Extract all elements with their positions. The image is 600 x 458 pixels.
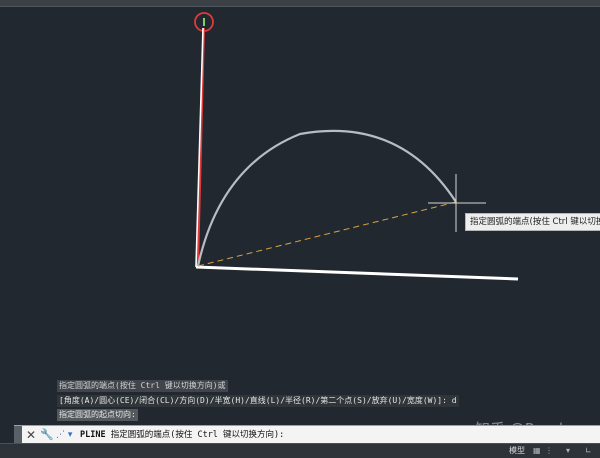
close-icon[interactable]: ✕ <box>24 427 38 443</box>
command-name: PLINE <box>80 430 106 440</box>
command-input[interactable]: PLINE 指定圆弧的端点(按住 Ctrl 键以切换方向): <box>80 426 284 444</box>
snap-mode-icon[interactable]: ⋮ <box>545 447 553 455</box>
command-history-line: 指定圆弧的起点切向: <box>57 409 138 421</box>
status-menu-chevron-icon[interactable]: ▾ <box>566 447 570 455</box>
status-bar: 模型 ▦ ⋮ ▾ ∟ <box>0 443 600 458</box>
customize-wrench-icon[interactable]: 🔧 <box>40 427 54 443</box>
command-history-line: [角度(A)/圆心(CE)/闭合(CL)/方向(D)/半宽(H)/直线(L)/半… <box>57 395 459 407</box>
polyline-horizontal-segment <box>195 265 519 281</box>
dynamic-input-tooltip: 指定圆弧的端点(按住 Ctrl 键以切换 <box>465 213 600 231</box>
command-prompt: 指定圆弧的端点(按住 Ctrl 键以切换方向): <box>110 430 285 440</box>
command-line-grip-handle[interactable] <box>14 426 22 444</box>
ortho-mode-icon[interactable]: ∟ <box>585 447 592 455</box>
recent-commands-dropdown-icon[interactable]: ⋰ ▾ <box>56 427 80 443</box>
tangent-direction-dashed-line <box>197 201 457 267</box>
model-space-tab[interactable]: 模型 <box>509 445 525 457</box>
command-history-line: 指定圆弧的端点(按住 Ctrl 键以切换方向)或 <box>57 380 228 392</box>
command-line[interactable]: ✕ 🔧 ⋰ ▾ PLINE 指定圆弧的端点(按住 Ctrl 键以切换方向): <box>14 425 600 444</box>
arc-preview <box>196 129 457 267</box>
grid-display-icon[interactable]: ▦ <box>533 447 541 455</box>
